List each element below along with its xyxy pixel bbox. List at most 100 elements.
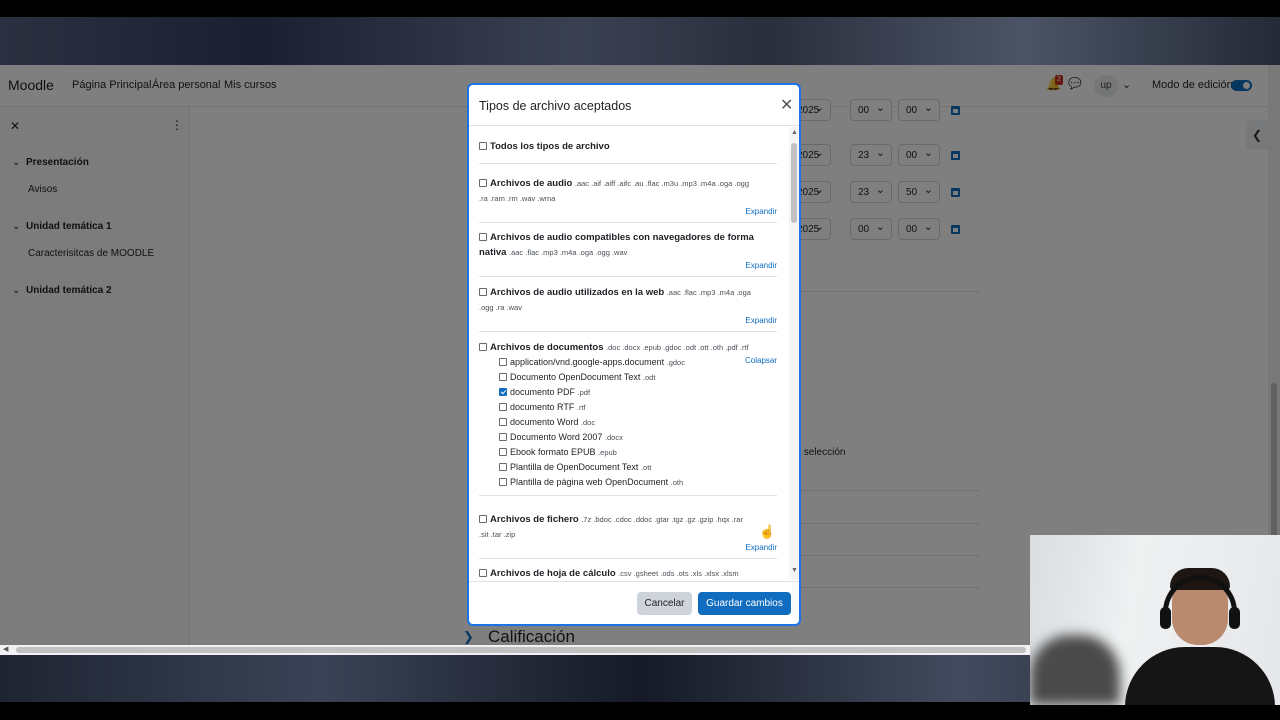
file-type-label: Documento OpenDocument Text xyxy=(510,372,641,382)
collapse-link[interactable]: Colapsar xyxy=(745,356,777,365)
modal-footer: Cancelar Guardar cambios xyxy=(469,581,799,624)
divider xyxy=(479,331,777,332)
group-name-continued: nativa .aac .flac .mp3 .m4a .oga .ogg .w… xyxy=(479,245,627,260)
modal-body: Todos los tipos de archivo Archivos de a… xyxy=(469,127,799,579)
checkbox[interactable] xyxy=(499,463,507,471)
file-type-extension: .pdf xyxy=(577,388,591,397)
screen: Moodle Página Principal Área personal Mi… xyxy=(0,0,1280,720)
checkbox[interactable] xyxy=(479,142,487,150)
group-name: Archivos de fichero xyxy=(490,514,579,525)
divider xyxy=(479,558,777,559)
file-type-extension: .gdoc xyxy=(666,358,685,367)
group-extensions-continued: .ra .ram .rm .wav .wma xyxy=(479,191,555,206)
file-type-extension: .doc xyxy=(580,418,596,427)
webcam-overlay xyxy=(1030,535,1280,705)
file-type-option[interactable]: Ebook formato EPUB .epub xyxy=(499,445,617,460)
file-type-label: Ebook formato EPUB xyxy=(510,447,596,457)
group-extensions: .ogg .ra .wav xyxy=(479,303,522,312)
group-checkbox-row[interactable]: Archivos de audio utilizados en la web .… xyxy=(479,285,751,300)
file-type-extension: .odt xyxy=(642,373,656,382)
file-type-option[interactable]: documento PDF .pdf xyxy=(499,385,590,400)
file-type-option[interactable]: Documento Word 2007 .docx xyxy=(499,430,623,445)
group-name: Archivos de audio utilizados en la web xyxy=(490,287,665,298)
scrollbar-thumb[interactable] xyxy=(791,143,797,223)
divider xyxy=(479,222,777,223)
group-name: Archivos de hoja de cálculo xyxy=(490,568,616,579)
webcam-blurred-object xyxy=(1030,635,1120,705)
modal-title: Tipos de archivo aceptados xyxy=(479,99,632,113)
group-name: Archivos de documentos xyxy=(490,342,604,353)
scroll-up-arrow-icon[interactable]: ▲ xyxy=(791,129,798,136)
checkbox[interactable] xyxy=(479,288,487,296)
file-type-extension: .ott xyxy=(640,463,652,472)
save-changes-button[interactable]: Guardar cambios xyxy=(698,592,791,615)
headset-earcup xyxy=(1160,607,1171,629)
file-type-label: documento PDF xyxy=(510,387,576,397)
file-type-option[interactable]: application/vnd.google-apps.document .gd… xyxy=(499,355,685,370)
desktop-wallpaper-top xyxy=(0,17,1280,65)
file-type-extension: .rtf xyxy=(576,403,586,412)
group-checkbox-row[interactable]: Archivos de audio .aac .aif .aiff .aifc … xyxy=(479,176,749,191)
file-type-extension: .docx xyxy=(604,433,623,442)
file-type-label: Plantilla de OpenDocument Text xyxy=(510,462,639,472)
checkbox[interactable] xyxy=(479,233,487,241)
expand-link[interactable]: Expandir xyxy=(745,543,777,552)
file-type-label: application/vnd.google-apps.document xyxy=(510,357,665,367)
group-extensions: .doc .docx .epub .gdoc .odt .ott .oth .p… xyxy=(606,343,749,352)
expand-link[interactable]: Expandir xyxy=(745,207,777,216)
checkbox[interactable] xyxy=(479,569,487,577)
divider xyxy=(479,163,777,164)
headset-earcup xyxy=(1229,607,1240,629)
checkbox[interactable] xyxy=(499,403,507,411)
file-type-extension: .oth xyxy=(670,478,684,487)
scroll-left-arrow-icon[interactable]: ◀ xyxy=(3,645,8,653)
divider xyxy=(479,495,777,496)
checkbox-checked[interactable] xyxy=(499,388,507,396)
file-type-option[interactable]: documento Word .doc xyxy=(499,415,595,430)
group-name: Archivos de audio compatibles con navega… xyxy=(490,232,754,243)
group-extensions: .sit .tar .zip xyxy=(479,530,516,539)
expand-link[interactable]: Expandir xyxy=(745,316,777,325)
cancel-button[interactable]: Cancelar xyxy=(637,592,692,615)
file-type-option[interactable]: Documento OpenDocument Text .odt xyxy=(499,370,655,385)
group-extensions: .7z .bdoc .cdoc .ddoc .gtar .tgz .gz .gz… xyxy=(581,515,743,524)
expand-link[interactable]: Expandir xyxy=(745,261,777,270)
checkbox[interactable] xyxy=(479,343,487,351)
divider xyxy=(479,276,777,277)
group-name: Archivos de audio xyxy=(490,178,573,189)
checkbox[interactable] xyxy=(499,418,507,426)
checkbox[interactable] xyxy=(499,448,507,456)
checkbox[interactable] xyxy=(499,478,507,486)
group-checkbox-row[interactable]: Archivos de audio compatibles con navega… xyxy=(479,230,754,245)
group-checkbox-row[interactable]: Archivos de hoja de cálculo .csv .gsheet… xyxy=(479,566,739,579)
page-horizontal-scrollbar[interactable]: ◀ xyxy=(0,645,1030,655)
group-extensions: .aac .aif .aiff .aifc .au .flac .m3u .mp… xyxy=(574,179,749,188)
checkbox[interactable] xyxy=(479,515,487,523)
group-extensions: .aac .flac .mp3 .m4a .oga .ogg .wav xyxy=(508,248,628,257)
file-type-label: Documento Word 2007 xyxy=(510,432,603,442)
group-extensions: .csv .gsheet .ods .ots .xls .xlsx .xlsm xyxy=(618,569,739,578)
group-extensions-continued: .sit .tar .zip xyxy=(479,527,515,542)
modal-scrollbar[interactable]: ▲ ▼ xyxy=(789,127,799,579)
all-file-types-checkbox-row[interactable]: Todos los tipos de archivo xyxy=(479,139,610,154)
file-type-option[interactable]: documento RTF .rtf xyxy=(499,400,586,415)
scroll-down-arrow-icon[interactable]: ▼ xyxy=(791,567,798,574)
close-icon[interactable]: ✕ xyxy=(780,95,793,115)
group-extensions-continued: .ogg .ra .wav xyxy=(479,300,522,315)
checkbox[interactable] xyxy=(479,179,487,187)
checkbox[interactable] xyxy=(499,373,507,381)
mouse-cursor-icon: ☝ xyxy=(759,524,776,539)
group-checkbox-row[interactable]: Archivos de fichero .7z .bdoc .cdoc .ddo… xyxy=(479,512,743,527)
group-extensions: .aac .flac .mp3 .m4a .oga xyxy=(666,288,751,297)
file-type-option[interactable]: Plantilla de OpenDocument Text .ott xyxy=(499,460,651,475)
group-extensions: .ra .ram .rm .wav .wma xyxy=(479,194,556,203)
file-type-option[interactable]: Plantilla de página web OpenDocument .ot… xyxy=(499,475,683,490)
group-checkbox-row[interactable]: Archivos de documentos .doc .docx .epub … xyxy=(479,340,749,355)
scrollbar-thumb[interactable] xyxy=(16,647,1026,653)
file-type-label: documento Word xyxy=(510,417,579,427)
checkbox[interactable] xyxy=(499,433,507,441)
group-name: nativa xyxy=(479,247,507,258)
option-label: Todos los tipos de archivo xyxy=(490,141,610,152)
accepted-file-types-modal: Tipos de archivo aceptados ✕ Todos los t… xyxy=(467,83,801,626)
checkbox[interactable] xyxy=(499,358,507,366)
